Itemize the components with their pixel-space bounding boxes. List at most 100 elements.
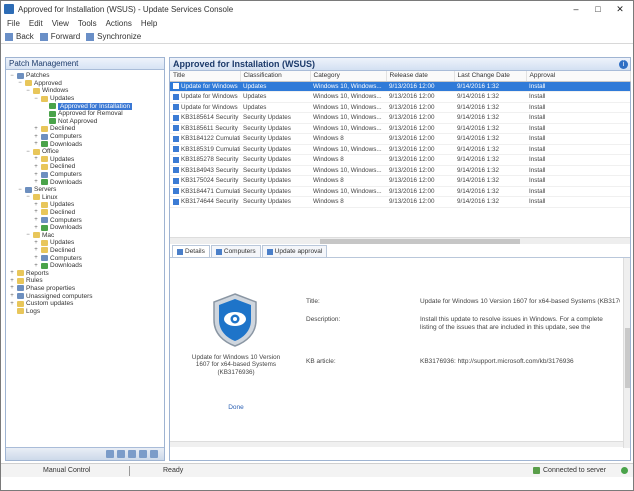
menu-view[interactable]: View (52, 19, 69, 28)
minimize-button[interactable]: – (565, 1, 587, 17)
nav-reports-icon[interactable] (128, 450, 136, 458)
tree-node[interactable]: − Patches (6, 72, 164, 80)
tree-expander-icon[interactable]: − (25, 232, 31, 238)
table-row[interactable]: Update for Windows 10 Updates Windows 10, … (170, 102, 630, 113)
tree-expander-icon[interactable]: + (33, 263, 39, 269)
menu-file[interactable]: File (7, 19, 20, 28)
col-release-date[interactable]: Release date (386, 71, 455, 82)
tree-node[interactable]: − Approved (6, 80, 164, 88)
table-row[interactable]: Update for Windows ServerUpdatesWindows … (170, 91, 630, 103)
table-row[interactable]: KB3184122 Cumulative UpdateSecurity Upda… (170, 133, 630, 145)
table-row[interactable]: Update for Windows 10 VersionUpdatesWind… (170, 81, 630, 92)
tree-node[interactable]: + Downloads (6, 224, 164, 232)
tree-node[interactable]: + Reports (6, 269, 164, 277)
table-row[interactable]: KB3185278 Security UpdateSecurity Update… (170, 154, 630, 166)
tree-node[interactable]: Approved for Removal (6, 110, 164, 118)
tree-node[interactable]: + Declined (6, 247, 164, 255)
tree-expander-icon[interactable]: − (17, 80, 23, 86)
info-icon[interactable]: i (619, 60, 628, 69)
tree-node[interactable]: − Servers (6, 186, 164, 194)
tree-expander-icon[interactable]: − (25, 194, 31, 200)
tab-details[interactable]: Details (172, 245, 210, 257)
menu-edit[interactable]: Edit (29, 19, 43, 28)
sync-icon[interactable] (86, 32, 95, 41)
table-horizontal-scrollbar[interactable] (170, 237, 630, 244)
tree-node[interactable]: + Declined (6, 163, 164, 171)
tree-node[interactable]: − Mac (6, 231, 164, 239)
tree-node[interactable]: Not Approved (6, 118, 164, 126)
close-button[interactable]: ✕ (609, 1, 631, 17)
tree-expander-icon[interactable]: + (33, 156, 39, 162)
tree-expander-icon[interactable]: + (33, 217, 39, 223)
tree-expander-icon[interactable]: + (33, 172, 39, 178)
col-category[interactable]: Category (310, 71, 387, 82)
tree-expander-icon[interactable]: + (9, 301, 15, 307)
tree-node[interactable]: − Updates (6, 95, 164, 103)
tree-expander-icon[interactable]: + (33, 240, 39, 246)
col-title[interactable]: Title (170, 71, 241, 82)
tree-expander-icon[interactable]: − (9, 73, 15, 79)
tree-expander-icon[interactable]: + (33, 255, 39, 261)
tree-expander-icon[interactable]: + (33, 134, 39, 140)
tree-expander-icon[interactable]: + (33, 202, 39, 208)
tree-node[interactable]: + Downloads (6, 262, 164, 270)
menu-actions[interactable]: Actions (106, 19, 132, 28)
tree-node[interactable]: − Windows (6, 87, 164, 95)
tree-node[interactable]: Logs (6, 307, 164, 315)
tab-update-approval[interactable]: Update approval (261, 245, 328, 257)
tree-node[interactable]: + Declined (6, 125, 164, 133)
back-button[interactable]: Back (16, 32, 34, 41)
tree-expander-icon[interactable]: + (33, 225, 39, 231)
tree-expander-icon[interactable]: + (33, 247, 39, 253)
tree-node[interactable]: + Unassigned computers (6, 292, 164, 300)
nav-settings-icon[interactable] (139, 450, 147, 458)
tree-expander-icon[interactable]: + (33, 209, 39, 215)
tree-expander-icon[interactable]: + (9, 293, 15, 299)
tree-node[interactable]: + Computers (6, 171, 164, 179)
tree-node[interactable]: − Linux (6, 194, 164, 202)
table-row[interactable]: KB3174644 Security UpdateSecurity Update… (170, 196, 630, 208)
details-vertical-scrollbar[interactable] (623, 258, 630, 448)
tree-node[interactable]: + Computers (6, 133, 164, 141)
tree-node[interactable]: Approved for Installation (6, 102, 164, 110)
tree-expander-icon[interactable]: + (33, 164, 39, 170)
tree-expander-icon[interactable]: + (33, 141, 39, 147)
tree-expander-icon[interactable]: − (25, 88, 31, 94)
tree-expander-icon[interactable]: − (33, 96, 39, 102)
tree-expander-icon[interactable]: + (9, 270, 15, 276)
tree-node[interactable]: + Declined (6, 209, 164, 217)
forward-button[interactable]: Forward (51, 32, 80, 41)
tree-node[interactable]: + Computers (6, 216, 164, 224)
menu-help[interactable]: Help (141, 19, 157, 28)
tree-node[interactable]: + Updates (6, 201, 164, 209)
nav-more-icon[interactable] (150, 450, 158, 458)
table-row[interactable]: KB3184943 Security UpdateSecurity Update… (170, 165, 630, 176)
tree-node[interactable]: + Updates (6, 156, 164, 164)
tree-node[interactable]: + Downloads (6, 178, 164, 186)
tree-expander-icon[interactable]: + (9, 278, 15, 284)
col-classification[interactable]: Classification (240, 71, 311, 82)
back-icon[interactable] (5, 32, 13, 41)
tree-expander-icon[interactable]: + (9, 285, 15, 291)
tree-node[interactable]: + Updates (6, 239, 164, 247)
table-row[interactable]: KB3185614 Security UpdateSecurity Update… (170, 112, 630, 124)
details-horizontal-scrollbar[interactable] (170, 441, 623, 447)
maximize-button[interactable]: □ (587, 1, 609, 17)
tree-node[interactable]: + Rules (6, 277, 164, 285)
prop-value-kb[interactable]: KB3176936: http://support.microsoft.com/… (420, 358, 620, 365)
tree-node[interactable]: + Computers (6, 254, 164, 262)
synchronize-button[interactable]: Synchronize (97, 32, 141, 41)
tree-node[interactable]: + Downloads (6, 140, 164, 148)
table-row[interactable]: KB3185319 Cumulative UpdateSecurity Upda… (170, 144, 630, 155)
tree-expander-icon[interactable]: − (25, 149, 31, 155)
table-row[interactable]: KB3185611 Security UpdateSecurity Update… (170, 123, 630, 134)
table-row[interactable]: KB3175024 Security UpdateSecurity Update… (170, 175, 630, 187)
tree-expander-icon[interactable]: − (17, 187, 23, 193)
nav-computers-icon[interactable] (106, 450, 114, 458)
tree-node[interactable]: + Custom updates (6, 300, 164, 308)
col-approval[interactable]: Approval (526, 71, 631, 82)
tree-node[interactable]: + Phase properties (6, 285, 164, 293)
tab-computers[interactable]: Computers (210, 245, 261, 257)
tree-node[interactable]: − Office (6, 148, 164, 156)
tree-expander-icon[interactable]: + (33, 179, 39, 185)
